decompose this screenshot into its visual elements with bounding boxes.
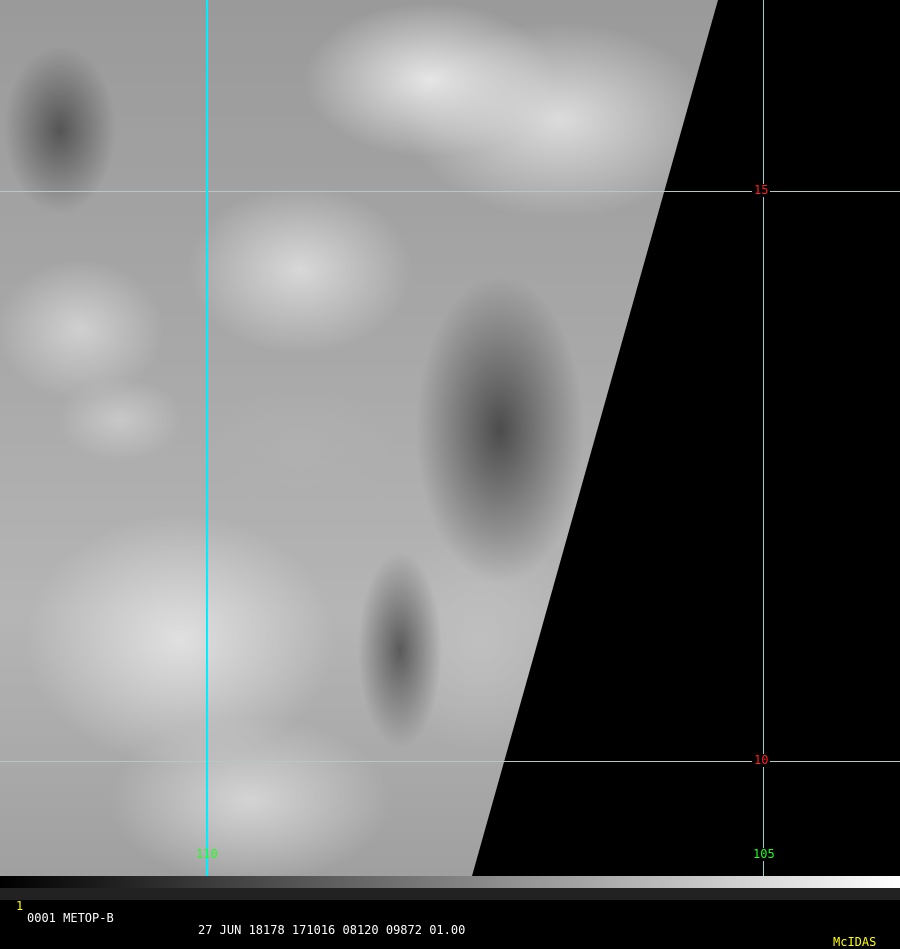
mcidas-brand: McIDAS bbox=[833, 935, 877, 949]
lat-label-10: 10 bbox=[752, 753, 771, 767]
status-footer: 1 0001 METOP-B 27 JUN 18178 171016 08120… bbox=[0, 888, 900, 948]
frame-number: 1 bbox=[16, 899, 24, 913]
lon-label-105: 105 bbox=[751, 847, 777, 861]
grayscale-bar bbox=[0, 876, 900, 888]
satellite-info: 0001 METOP-B bbox=[27, 911, 114, 925]
lat-label-15: 15 bbox=[752, 183, 771, 197]
longitude-line-110 bbox=[206, 0, 208, 888]
satellite-image bbox=[0, 0, 900, 876]
lon-label-110: 110 bbox=[196, 847, 218, 861]
cloud-imagery bbox=[0, 0, 718, 876]
image-datetime-info: 27 JUN 18178 171016 08120 09872 01.00 bbox=[198, 923, 466, 937]
